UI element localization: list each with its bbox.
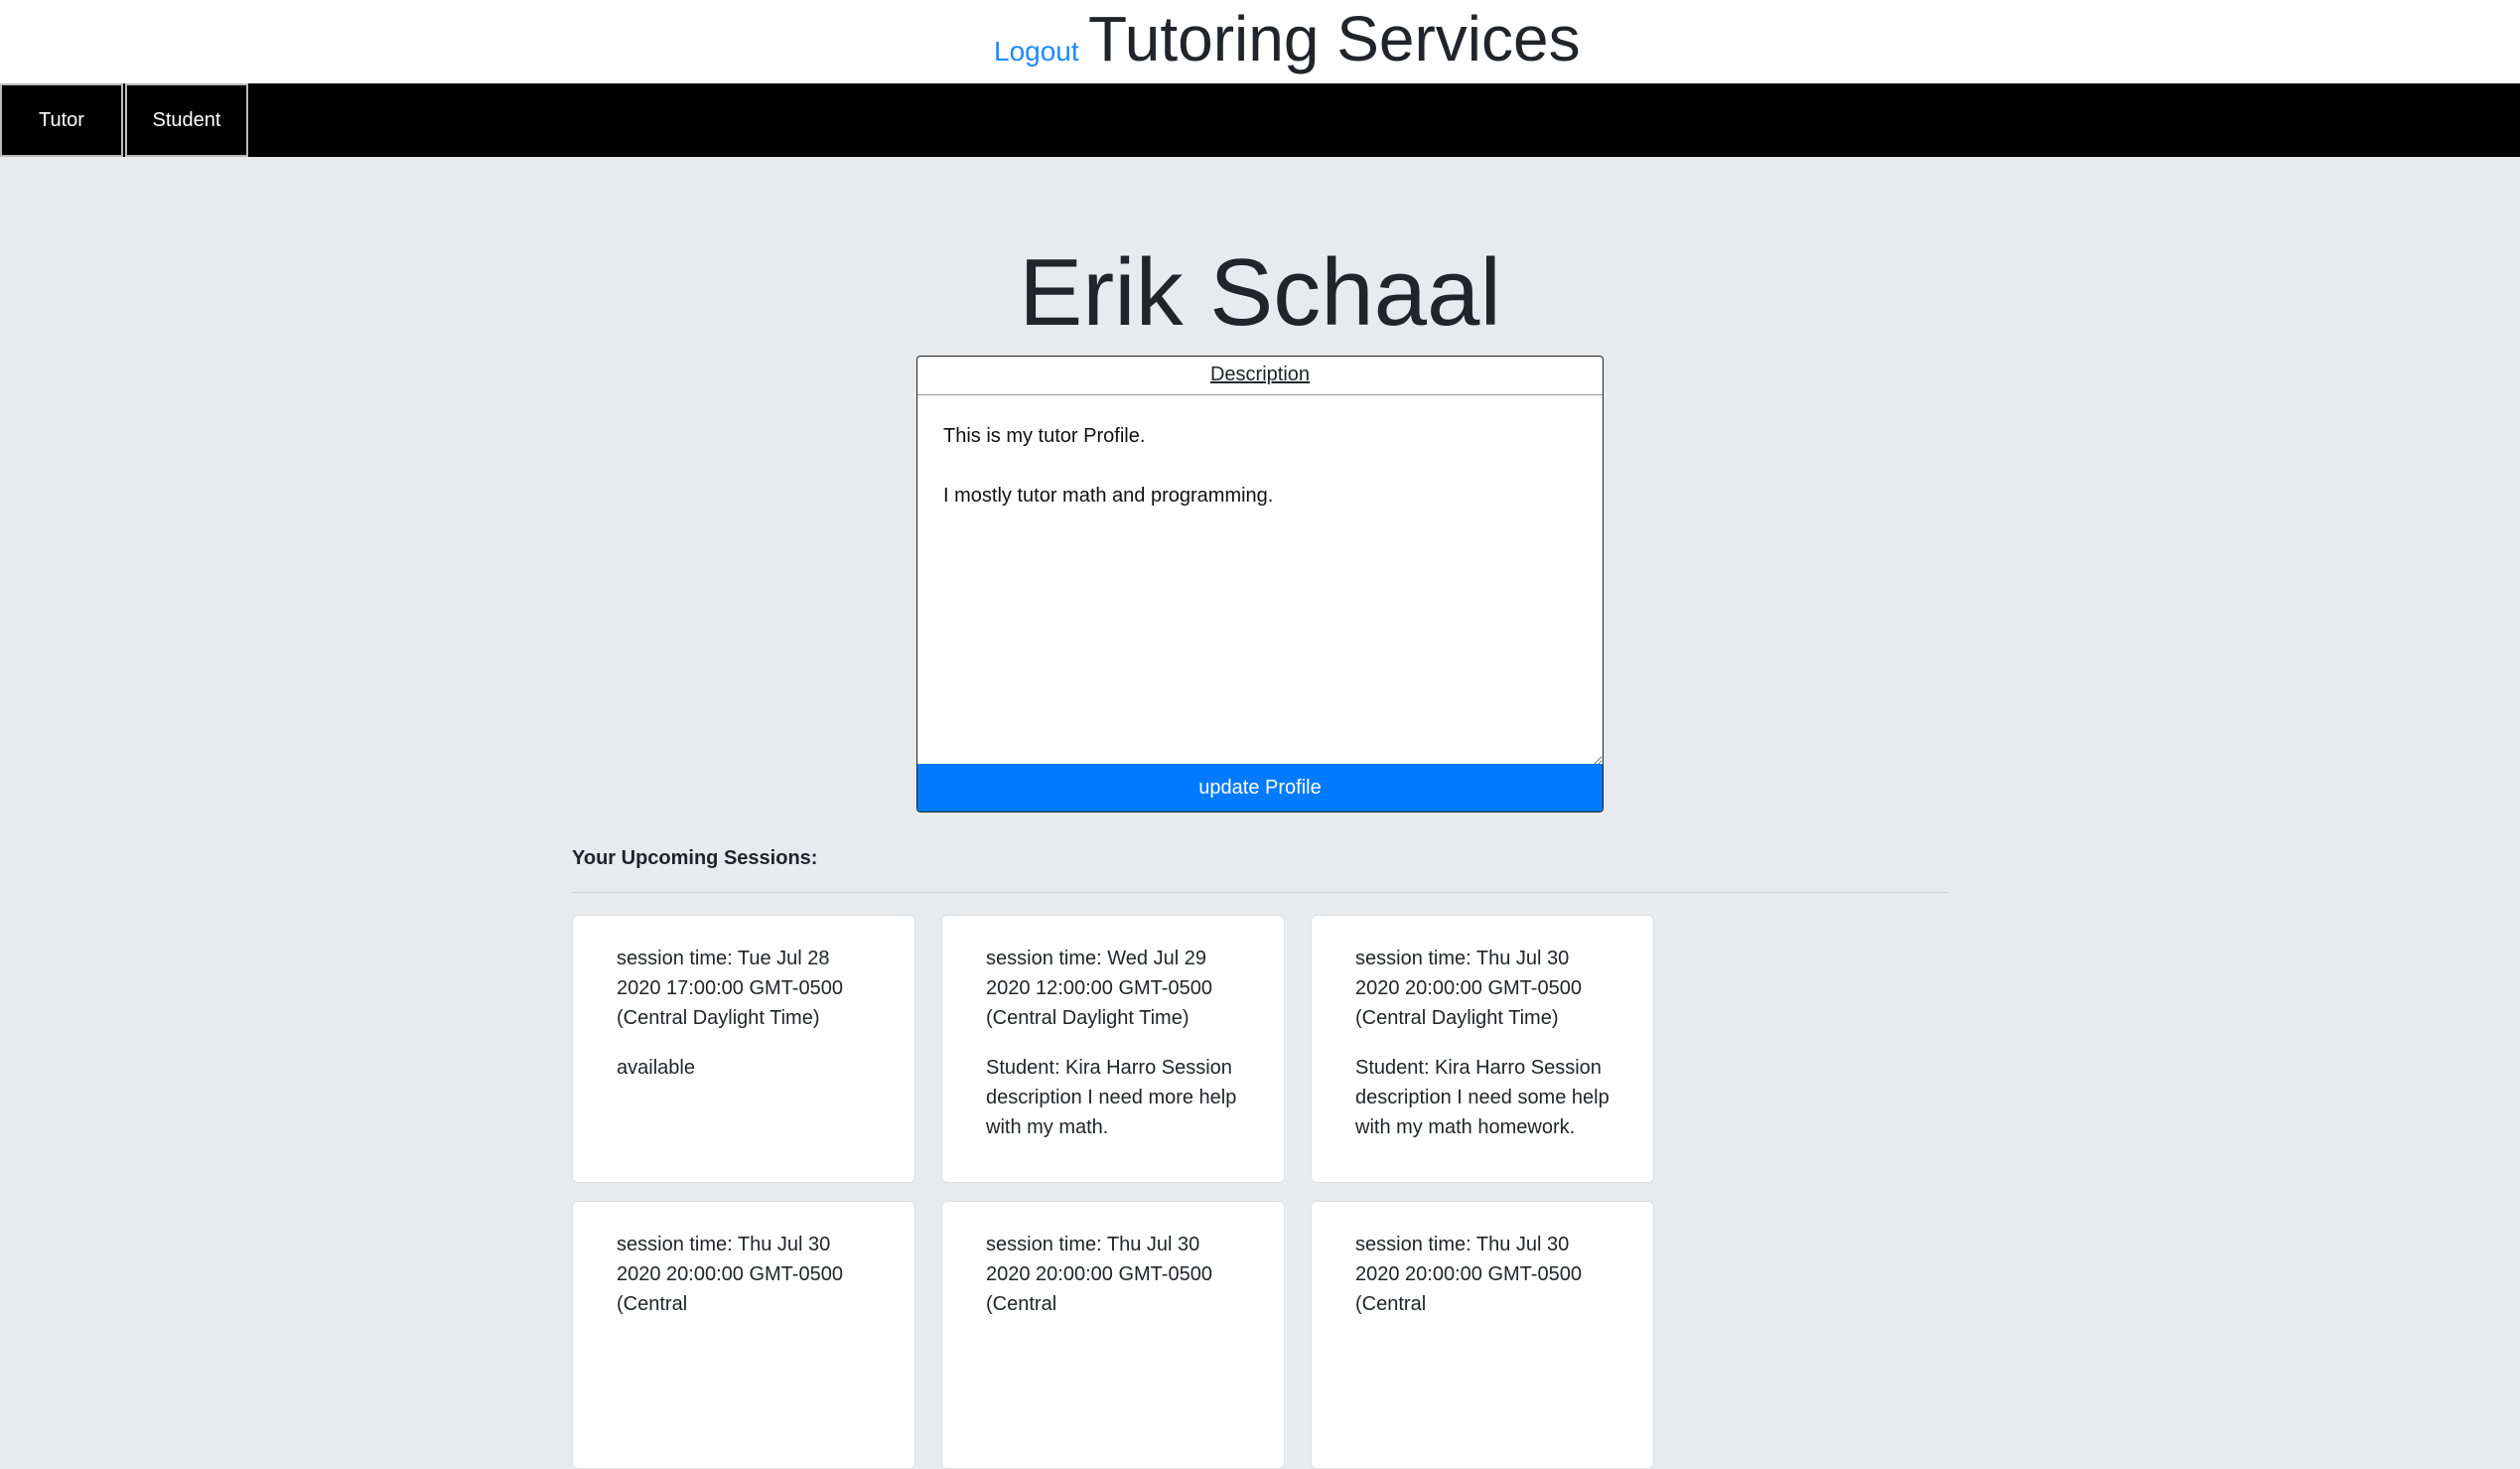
app-title: Tutoring Services: [1088, 3, 1581, 74]
nav-student-button[interactable]: Student: [125, 83, 248, 157]
session-time: session time: Thu Jul 30 2020 20:00:00 G…: [617, 1234, 843, 1315]
header: Logout Tutoring Services: [0, 0, 2520, 83]
description-label: Description: [917, 357, 1603, 395]
nav-tutor-button[interactable]: Tutor: [0, 83, 123, 157]
upcoming-sessions-heading: Your Upcoming Sessions:: [572, 847, 818, 869]
nav-bar: Tutor Student: [0, 83, 2520, 157]
session-time: session time: Tue Jul 28 2020 17:00:00 G…: [617, 948, 843, 1029]
session-card: session time: Wed Jul 29 2020 12:00:00 G…: [941, 915, 1285, 1183]
profile-name: Erik Schaal: [1019, 239, 1501, 346]
logout-link[interactable]: Logout: [994, 36, 1079, 68]
session-cards: session time: Tue Jul 28 2020 17:00:00 G…: [572, 915, 1654, 1469]
session-detail: Student: Kira Harro Session description …: [986, 1057, 1237, 1138]
description-textarea[interactable]: [917, 395, 1603, 765]
session-detail: Student: Kira Harro Session description …: [1355, 1057, 1610, 1138]
session-card: session time: Thu Jul 30 2020 20:00:00 G…: [572, 1201, 915, 1469]
session-time: session time: Thu Jul 30 2020 20:00:00 G…: [986, 1234, 1212, 1315]
session-card: session time: Tue Jul 28 2020 17:00:00 G…: [572, 915, 915, 1183]
session-detail: available: [617, 1057, 695, 1079]
divider: [572, 892, 1948, 893]
session-time: session time: Thu Jul 30 2020 20:00:00 G…: [1355, 948, 1582, 1029]
session-card: session time: Thu Jul 30 2020 20:00:00 G…: [1311, 915, 1654, 1183]
session-time: session time: Thu Jul 30 2020 20:00:00 G…: [1355, 1234, 1582, 1315]
session-card: session time: Thu Jul 30 2020 20:00:00 G…: [941, 1201, 1285, 1469]
session-card: session time: Thu Jul 30 2020 20:00:00 G…: [1311, 1201, 1654, 1469]
description-panel: Description update Profile: [916, 356, 1604, 812]
update-profile-button[interactable]: update Profile: [917, 764, 1603, 811]
session-time: session time: Wed Jul 29 2020 12:00:00 G…: [986, 948, 1212, 1029]
